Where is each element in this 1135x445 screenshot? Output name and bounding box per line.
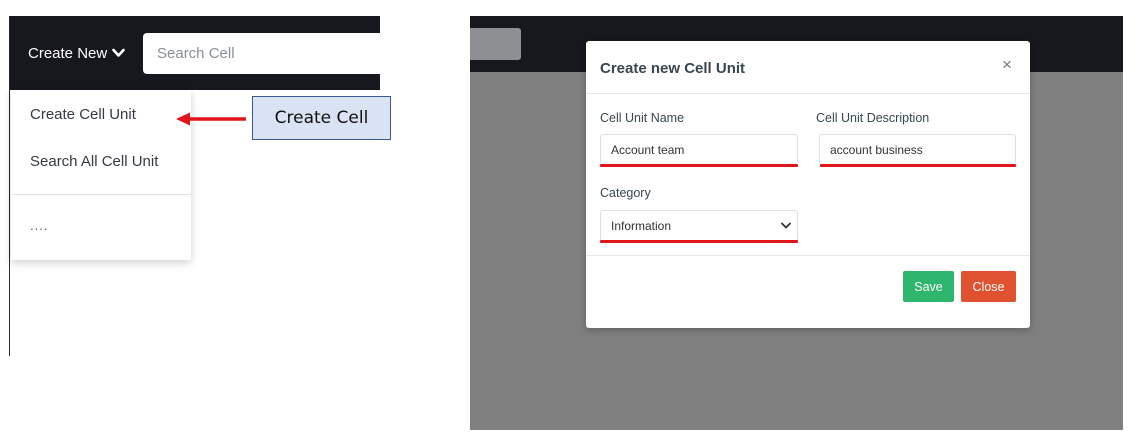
create-new-label: Create New: [28, 44, 108, 62]
red-arrow-annotation: [176, 112, 246, 126]
cell-unit-name-input[interactable]: Account team: [600, 134, 798, 165]
cell-unit-name-label: Cell Unit Name: [600, 111, 685, 125]
dropdown-screenshot-panel: Create New Create Cell Unit Search All C…: [0, 0, 400, 445]
highlight-underline: [820, 164, 1016, 167]
create-cell-callout: Create Cell: [252, 96, 391, 140]
top-navbar: Create New: [10, 16, 380, 90]
menu-item-more[interactable]: ....: [30, 218, 48, 233]
create-new-dropdown-menu: Create Cell Unit Search All Cell Unit ..…: [11, 90, 191, 260]
menu-item-create-cell-unit[interactable]: Create Cell Unit: [30, 106, 136, 123]
topbar-button[interactable]: [470, 28, 521, 60]
modal-screenshot-panel: Create new Cell Unit × Cell Unit Name Ac…: [470, 16, 1123, 430]
save-button[interactable]: Save: [903, 271, 954, 302]
modal-title: Create new Cell Unit: [600, 60, 746, 77]
category-select[interactable]: Information: [600, 210, 798, 241]
callout-label: Create Cell: [274, 108, 369, 128]
category-selected-value: Information: [611, 218, 672, 233]
menu-divider: [11, 194, 191, 195]
create-cell-unit-modal: Create new Cell Unit × Cell Unit Name Ac…: [586, 41, 1030, 328]
menu-item-search-all-cell-unit[interactable]: Search All Cell Unit: [30, 153, 158, 170]
highlight-underline: [600, 164, 798, 167]
close-icon[interactable]: ×: [998, 55, 1016, 74]
highlight-underline: [600, 240, 798, 243]
close-button[interactable]: Close: [961, 271, 1016, 302]
chevron-down-icon: [112, 48, 126, 57]
cell-unit-description-input[interactable]: account business: [819, 134, 1016, 165]
create-new-dropdown-button[interactable]: Create New: [28, 40, 126, 66]
modal-header: Create new Cell Unit ×: [586, 41, 1030, 94]
search-cell-input[interactable]: [143, 33, 380, 74]
chevron-down-icon: [781, 222, 791, 229]
category-label: Category: [600, 186, 651, 200]
modal-footer-divider: [586, 255, 1030, 256]
cell-unit-description-label: Cell Unit Description: [816, 111, 930, 125]
